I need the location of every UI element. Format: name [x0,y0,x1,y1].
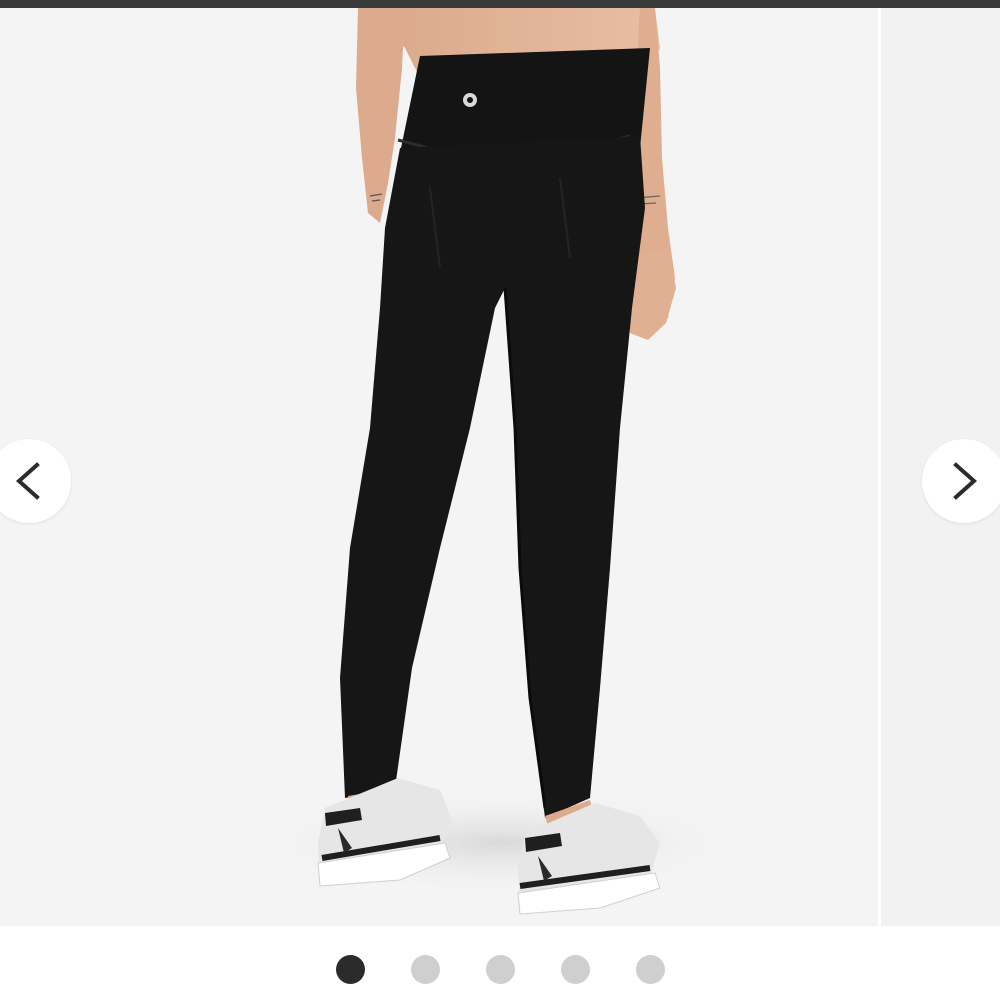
pagination-dot-1[interactable] [335,955,365,984]
chevron-left-icon [15,462,40,500]
product-photo [0,8,878,926]
chevron-right-icon [953,462,978,500]
pagination-dot-3[interactable] [485,955,515,984]
product-image-gallery[interactable] [0,8,1000,926]
next-image-button[interactable] [922,439,1000,523]
top-bar [0,0,1000,8]
pagination-dot-5[interactable] [635,955,665,984]
gallery-pagination [0,955,1000,985]
pagination-dot-2[interactable] [410,955,440,984]
pagination-dot-4[interactable] [560,955,590,984]
gallery-slide-current [0,8,878,926]
